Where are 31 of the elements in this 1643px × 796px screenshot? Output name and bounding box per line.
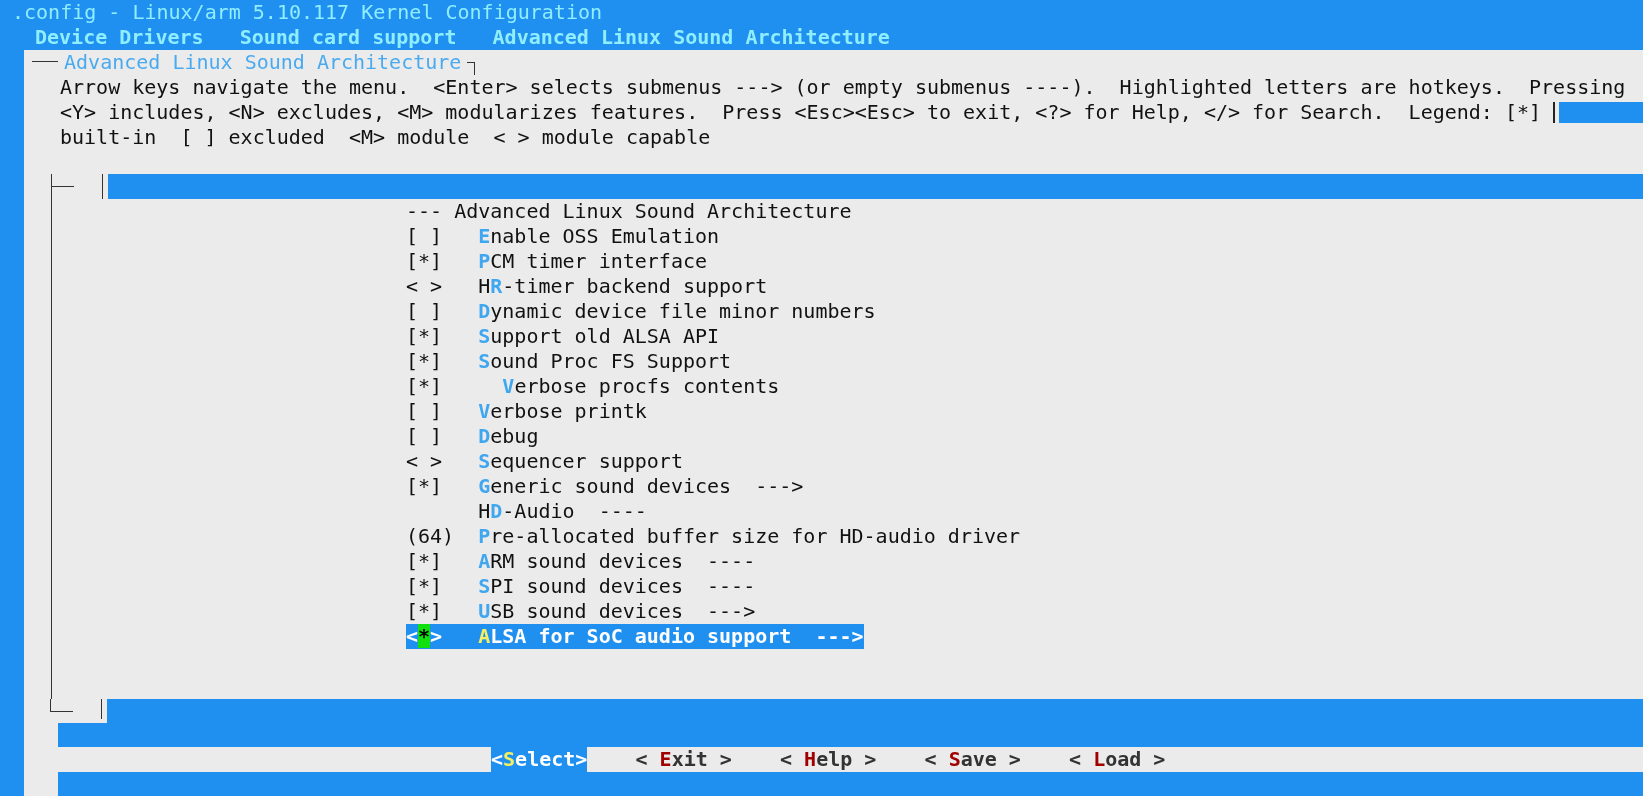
menu-item[interactable]: [*] Verbose procfs contents: [406, 374, 780, 399]
menu-item[interactable]: [*] Support old ALSA API: [406, 324, 720, 349]
menu-item[interactable]: <*> ALSA for SoC audio support --->: [406, 624, 864, 649]
dialog-title: Advanced Linux Sound Architecture: [63, 50, 463, 75]
dialog-button[interactable]: < Exit >: [635, 747, 732, 772]
menu-item[interactable]: [ ] Debug: [406, 424, 539, 449]
breadcrumb: Device Drivers: [35, 25, 204, 50]
menu-item[interactable]: HD-Audio ----: [406, 499, 647, 524]
menu-item[interactable]: [*] ARM sound devices ----: [406, 549, 756, 574]
menu-item[interactable]: [*] PCM timer interface: [406, 249, 708, 274]
menu-item[interactable]: < > HR-timer backend support: [406, 274, 768, 299]
help-text: Arrow keys navigate the menu. <Enter> selects submenus ---> (or empty submenus ----). Highlighted letters are hotkeys. Pressing: [60, 75, 1626, 100]
menu-item[interactable]: < > Sequencer support: [406, 449, 683, 474]
menu-item[interactable]: [ ] Verbose printk: [406, 399, 647, 424]
help-text: <Y> includes, <N> excludes, <M> modularizes features. Press <Esc><Esc> to exit, <?> for Help, </> for Search. Legend: [*]: [60, 100, 1542, 125]
menu-item[interactable]: [ ] Dynamic device file minor numbers: [406, 299, 876, 324]
dialog-button[interactable]: < Load >: [1069, 747, 1166, 772]
menu-item[interactable]: (64) Pre-allocated buffer size for HD-audio driver: [406, 524, 1021, 549]
menu-item[interactable]: [*] Sound Proc FS Support: [406, 349, 732, 374]
menu-item[interactable]: [*] SPI sound devices ----: [406, 574, 756, 599]
breadcrumb: Advanced Linux Sound Architecture: [492, 25, 890, 50]
menu-item[interactable]: [ ] Enable OSS Emulation: [406, 224, 720, 249]
dialog-button[interactable]: < Save >: [924, 747, 1021, 772]
frame-line: [467, 62, 476, 75]
menu-item[interactable]: --- Advanced Linux Sound Architecture: [406, 199, 852, 224]
help-text: built-in [ ] excluded <M> module < > module capable: [60, 125, 711, 150]
menu-item[interactable]: [*] USB sound devices --->: [406, 599, 756, 624]
window-title: .config - Linux/arm 5.10.117 Kernel Configuration: [11, 0, 603, 25]
dialog-button[interactable]: < Help >: [780, 747, 877, 772]
breadcrumb: Sound card support: [239, 25, 457, 50]
menu-item[interactable]: [*] Generic sound devices --->: [406, 474, 804, 499]
